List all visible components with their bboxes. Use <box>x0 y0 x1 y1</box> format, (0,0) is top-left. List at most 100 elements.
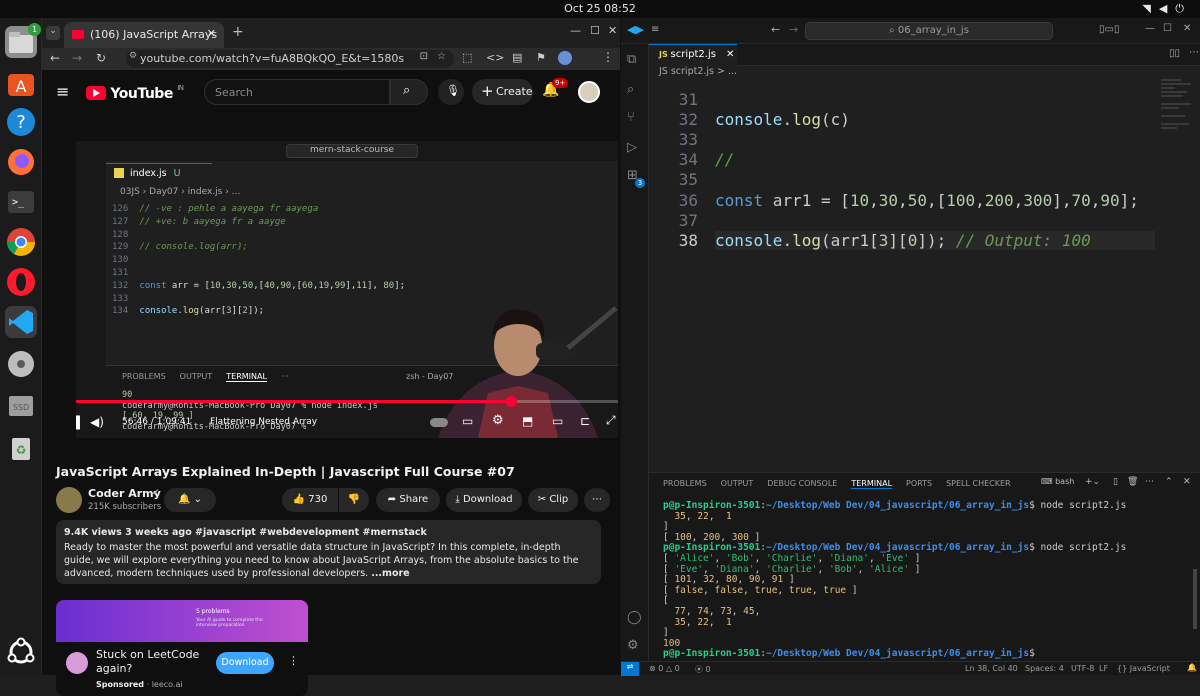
miniplayer-icon[interactable]: ▭ <box>552 414 563 428</box>
terminal-output[interactable]: p@p-Inspiron-3501:~/Desktop/Web Dev/04_j… <box>663 500 1126 660</box>
share-button[interactable]: ➦ Share <box>376 488 440 512</box>
close-panel-icon[interactable]: ✕ <box>1183 477 1191 487</box>
url-field[interactable]: ⚙ youtube.com/watch?v=fuA8BQkQO_E&t=1580… <box>126 50 454 68</box>
vscode-icon[interactable] <box>5 306 37 338</box>
files-icon[interactable]: 1 <box>5 23 41 58</box>
profile-avatar-icon[interactable] <box>558 51 572 65</box>
fullscreen-icon[interactable]: ⤢ <box>606 413 616 428</box>
apps-grid-icon[interactable] <box>5 636 37 668</box>
notifications-bell-icon[interactable]: 🔔 <box>1187 663 1197 672</box>
run-debug-icon[interactable]: ▷ <box>627 140 643 156</box>
youtube-logo[interactable]: YouTube IN <box>86 84 184 102</box>
nav-back-icon[interactable]: ← <box>771 23 780 36</box>
app-center-icon[interactable]: A <box>5 66 37 98</box>
devtools-icon[interactable]: <> <box>486 51 504 64</box>
autoplay-toggle[interactable] <box>430 418 448 427</box>
video-progress-track[interactable] <box>76 396 618 407</box>
vs-close-icon[interactable]: ✕ <box>1183 23 1191 34</box>
editor-tab-close-icon[interactable]: ✕ <box>726 49 734 60</box>
subscribed-bell-button[interactable]: 🔔 ⌄ <box>164 488 216 512</box>
command-center-search[interactable]: ⌕ 06_array_in_js <box>805 22 1053 40</box>
install-icon[interactable]: ⊡ <box>420 51 428 62</box>
ssd-icon[interactable]: SSD <box>5 390 37 422</box>
system-tray[interactable]: ◥◀⏻ <box>1142 2 1192 16</box>
nav-forward-icon[interactable]: → <box>789 23 798 36</box>
like-button[interactable]: 👍 730 <box>282 488 338 512</box>
voice-search-button[interactable]: 🎙 <box>438 79 464 105</box>
search-button[interactable]: ⌕ <box>390 79 428 105</box>
breadcrumb[interactable]: JS script2.js > ... <box>659 66 737 77</box>
description-box[interactable]: 9.4K views 3 weeks ago #javascript #webd… <box>56 520 601 584</box>
forward-icon[interactable]: → <box>72 51 82 65</box>
flag-icon[interactable]: ⚑ <box>536 51 546 64</box>
code-editor[interactable]: 31 32 console.log(c) 33 34 // 35 36 const arr1 =… <box>649 82 1200 472</box>
vs-minimize-icon[interactable]: — <box>1145 23 1155 34</box>
ports-count[interactable]: ⦿ 0 <box>695 664 711 675</box>
extension-icon[interactable]: ⬚ <box>462 51 472 64</box>
browser-tab[interactable]: (106) JavaScript Arrays ✕ <box>64 22 224 48</box>
pause-icon[interactable]: ❚❚ <box>76 414 83 430</box>
vs-maximize-icon[interactable]: ☐ <box>1163 23 1172 34</box>
video-player[interactable]: mern-stack-course index.js U 03JS › Day0… <box>76 141 618 438</box>
maximize-icon[interactable]: ☐ <box>590 24 600 37</box>
layout-toggle-icon[interactable]: ▯▭▯ <box>1099 24 1119 35</box>
cursor-position[interactable]: Ln 38, Col 40 <box>965 664 1018 673</box>
editor-tab-script2[interactable]: JS script2.js ✕ <box>649 44 737 66</box>
volume-icon[interactable]: ◀) <box>90 415 104 429</box>
explorer-icon[interactable]: ⧉ <box>627 52 643 68</box>
panel-tab[interactable]: PROBLEMS <box>663 479 707 488</box>
language-mode[interactable]: {} JavaScript <box>1117 664 1170 673</box>
split-terminal-icon[interactable]: ▯ <box>1113 477 1118 487</box>
reader-icon[interactable]: ▤ <box>512 51 522 64</box>
panel-more-icon[interactable]: ⋯ <box>1145 477 1154 487</box>
new-tab-icon[interactable]: + <box>232 24 244 40</box>
new-terminal-icon[interactable]: +⌄ <box>1085 477 1100 487</box>
power-icon[interactable]: ⏻ <box>1175 2 1192 15</box>
show-more-link[interactable]: ...more <box>371 568 409 579</box>
disk-icon[interactable] <box>5 348 37 380</box>
system-clock[interactable]: Oct 25 08:52 <box>0 2 1200 15</box>
settings-icon[interactable]: ⚙ <box>492 413 504 428</box>
maximize-panel-icon[interactable]: ⌃ <box>1165 477 1173 487</box>
terminal-shell[interactable]: ⌨ bash <box>1041 477 1074 486</box>
editor-more-icon[interactable]: ⋯ <box>1189 47 1199 58</box>
subtitles-icon[interactable]: ▭ <box>462 414 473 428</box>
panel-tab[interactable]: DEBUG CONSOLE <box>767 479 837 488</box>
firefox-icon[interactable] <box>5 146 37 178</box>
eol[interactable]: LF <box>1099 664 1108 673</box>
search-view-icon[interactable]: ⌕ <box>627 82 643 98</box>
channel-name[interactable]: Coder Army <box>88 487 161 500</box>
ad-more-icon[interactable]: ⋮ <box>288 654 299 667</box>
indentation[interactable]: Spaces: 4 <box>1025 664 1064 673</box>
bookmark-star-icon[interactable]: ☆ <box>437 51 446 62</box>
volume-icon[interactable]: ◀ <box>1159 2 1175 15</box>
hamburger-menu-icon[interactable]: ≡ <box>56 82 69 101</box>
wifi-icon[interactable]: ◥ <box>1142 2 1158 15</box>
accounts-icon[interactable]: ◯ <box>627 610 643 626</box>
terminal-scrollbar[interactable] <box>1193 569 1197 629</box>
sponsored-ad[interactable]: 5 problems Your AI guide to complete the… <box>56 600 308 696</box>
source-control-icon[interactable]: ⑂ <box>627 110 643 126</box>
cast-icon[interactable]: ⊏ <box>580 414 590 428</box>
split-editor-icon[interactable]: ▯▯ <box>1169 48 1180 59</box>
trash-icon[interactable]: ♻ <box>5 432 37 464</box>
account-avatar[interactable] <box>578 81 600 103</box>
encoding[interactable]: UTF-8 <box>1071 664 1094 673</box>
back-icon[interactable]: ← <box>50 51 60 65</box>
tab-close-icon[interactable]: ✕ <box>207 27 216 40</box>
vscode-menu-icon[interactable]: ≡ <box>651 24 659 35</box>
opera-icon[interactable] <box>5 266 37 298</box>
chrome-icon[interactable] <box>5 226 37 258</box>
create-button[interactable]: + Create <box>472 79 533 105</box>
dislike-button[interactable]: 👎 <box>339 488 369 512</box>
clip-button[interactable]: ✂ Clip <box>528 488 578 512</box>
minimize-icon[interactable]: — <box>570 24 581 37</box>
chapter-title[interactable]: Flattening Nested Array <box>210 417 317 427</box>
more-actions-button[interactable]: ⋯ <box>584 488 610 512</box>
help-icon[interactable]: ? <box>5 106 37 138</box>
theater-mode-icon[interactable]: ⬒ <box>522 414 533 428</box>
remote-indicator[interactable]: ⇌ <box>621 662 639 676</box>
terminal-icon[interactable]: >_ <box>5 186 37 218</box>
site-info-icon[interactable]: ⚙ <box>129 51 137 61</box>
panel-tab[interactable]: TERMINAL <box>851 479 893 489</box>
